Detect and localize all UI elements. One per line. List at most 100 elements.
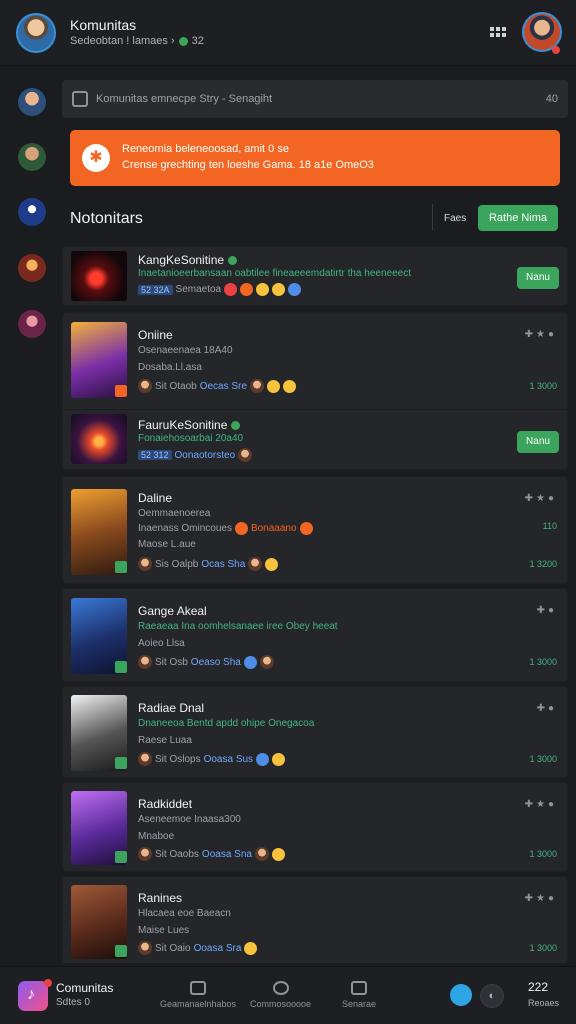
item-actions[interactable]: ✚★● [525, 493, 557, 504]
member-avatar [138, 379, 152, 393]
platform-icon [115, 945, 127, 957]
item-meta-text: Inaenass Omincoues [138, 523, 232, 534]
item-meta-text: Sit Oaio [155, 942, 191, 954]
server-avatar-1[interactable] [18, 88, 46, 116]
join-button[interactable]: Nanu [517, 267, 559, 289]
list-card: Daline Oemmaenoerea Inaenass Omincoues B… [62, 476, 568, 584]
member-avatar [138, 557, 152, 571]
item-meta: Sit Oslops Ooasa Sus [138, 752, 286, 766]
online-count: 32 [191, 35, 204, 47]
game-thumbnail [71, 414, 127, 464]
list-item[interactable]: KangKeSonitine Inaetanioeerbansaan oabti… [63, 247, 569, 307]
item-title: Radiae Dnal [138, 701, 205, 715]
list-item[interactable]: Radkiddet Aseneemoe Inaasa300 Mnaboe Sit… [63, 783, 569, 873]
reaction-icon [244, 941, 258, 955]
item-subtitle: Aoieo Llsa [138, 638, 185, 649]
member-avatar [249, 379, 264, 393]
nav-item[interactable]: Senarae [342, 981, 376, 1009]
section-title: Notonitars [70, 210, 143, 227]
item-description: Raeaeaa Ina oomhelsanaee iree Obey heeat [138, 621, 338, 632]
user-avatar[interactable] [16, 13, 56, 53]
verified-icon [231, 420, 241, 430]
item-tag: 52 32A [138, 284, 173, 295]
alert-banner[interactable]: ✱ Reneomia beleneoosad, amit 0 se Crense… [70, 130, 560, 186]
item-title: Daline [138, 491, 173, 505]
item-subtitle: Maise Lues [138, 925, 190, 936]
item-tag: 52 312 [138, 450, 172, 460]
list-item[interactable]: Radiae Dnal Dnaneeoa Bentd apdd ohipe On… [63, 687, 569, 779]
reaction-icon [234, 522, 248, 535]
search-count: 40 [545, 93, 558, 105]
item-count: 1 3200 [529, 559, 557, 569]
list-card: Ranines Hlacaea eoe Baeacn Maise Lues Si… [62, 876, 568, 964]
profile-button[interactable]: ◐ [480, 984, 504, 1008]
item-actions[interactable]: ✚★● [525, 893, 557, 904]
item-title: Gange Akeal [138, 604, 207, 618]
item-actions[interactable]: ✚★● [525, 799, 557, 810]
item-meta: 52 312 Oonaotorsteo [138, 448, 253, 462]
status-avatar[interactable] [450, 984, 472, 1006]
item-description: Fonaiehosoarbai 20a40 [138, 433, 244, 444]
server-avatar-4[interactable] [18, 254, 46, 282]
search-bar[interactable]: Komunitas emnecpe Stry - Senagiht 40 [62, 80, 568, 118]
item-subtitle: Aseneemoe Inaasa300 [138, 814, 241, 825]
member-avatar [259, 655, 274, 669]
gallery-icon [190, 981, 207, 995]
reaction-icon [240, 283, 254, 296]
nav-item[interactable]: Geamanaelnhabos [160, 981, 236, 1009]
reaction-icon [256, 283, 270, 296]
item-meta-text: Sit Osb [155, 656, 188, 668]
item-subtitle: Hlacaea eoe Baeacn [138, 908, 231, 919]
reaction-icon [282, 379, 296, 393]
join-button[interactable]: Nanu [517, 431, 559, 453]
item-meta-highlight: Ooasa Sra [193, 942, 242, 954]
item-subtitle: Maose L.aue [138, 539, 196, 550]
member-avatar [138, 655, 152, 669]
reaction-icon [299, 522, 313, 535]
grid-menu-icon[interactable] [488, 22, 508, 42]
section-action-button[interactable]: Rathe Nima [478, 205, 558, 231]
search-input[interactable]: Komunitas emnecpe Stry - Senagiht [96, 93, 546, 105]
server-avatar-2[interactable] [18, 143, 46, 171]
item-meta-text: Sit Oslops [155, 753, 201, 765]
reaction-icon [224, 283, 238, 296]
item-title: FauruKeSonitine [138, 418, 241, 432]
item-actions[interactable]: ✚● [537, 605, 557, 616]
list-card: Radkiddet Aseneemoe Inaasa300 Mnaboe Sit… [62, 782, 568, 872]
item-meta-highlight: Ooasa Sus [203, 753, 254, 765]
section-link[interactable]: Faes [444, 213, 466, 224]
header-title: Komunitas [70, 17, 137, 33]
platform-icon [115, 851, 127, 863]
item-actions[interactable]: ✚★● [525, 329, 557, 340]
item-meta: Sis Oalpb Ocas Sha [138, 557, 279, 571]
item-count: 1 3000 [529, 849, 557, 859]
member-avatar [138, 847, 152, 861]
header-subtitle: Sedeobtan ! lamaes › 32 [70, 35, 204, 47]
item-subtitle: Raese Luaa [138, 735, 192, 746]
list-card: Oniine Osenaeenaea 18A40 Dosaba.Ll.asa S… [62, 312, 569, 470]
search-icon [72, 91, 88, 107]
list-item[interactable]: FauruKeSonitine Fonaiehosoarbai 20a40 52… [63, 410, 569, 470]
item-meta-highlight: Ocas Sha [201, 558, 246, 570]
list-card: Gange Akeal Raeaeaa Ina oomhelsanaee ire… [62, 588, 568, 682]
app-icon[interactable] [18, 981, 48, 1011]
item-actions[interactable]: ✚● [537, 703, 557, 714]
item-count: 110 [542, 521, 557, 531]
alert-icon: ✱ [82, 144, 110, 172]
nav-label: Senarae [342, 999, 377, 1009]
platform-icon [115, 385, 127, 397]
item-meta: Sit Oaobs Ooasa Sna [138, 847, 285, 861]
list-item[interactable]: Gange Akeal Raeaeaa Ina oomhelsanaee ire… [63, 589, 569, 683]
nav-item[interactable]: Commosooooe [250, 981, 311, 1009]
list-item[interactable]: Daline Oemmaenoerea Inaenass Omincoues B… [63, 477, 569, 585]
notification-dot-icon [44, 979, 52, 987]
main-panel: Komunitas emnecpe Stry - Senagiht 40 ✱ R… [62, 80, 569, 964]
reaction-icon [256, 752, 270, 766]
item-meta-highlight: Oecas Sre [199, 380, 247, 392]
server-avatar-5[interactable] [18, 310, 46, 338]
list-item[interactable]: Oniine Osenaeenaea 18A40 Dosaba.Ll.asa S… [63, 313, 569, 409]
server-avatar-3[interactable] [18, 198, 46, 226]
reaction-icon [288, 283, 302, 296]
list-item[interactable]: Ranines Hlacaea eoe Baeacn Maise Lues Si… [63, 877, 569, 965]
app-subtitle: Sdtes 0 [56, 997, 90, 1008]
